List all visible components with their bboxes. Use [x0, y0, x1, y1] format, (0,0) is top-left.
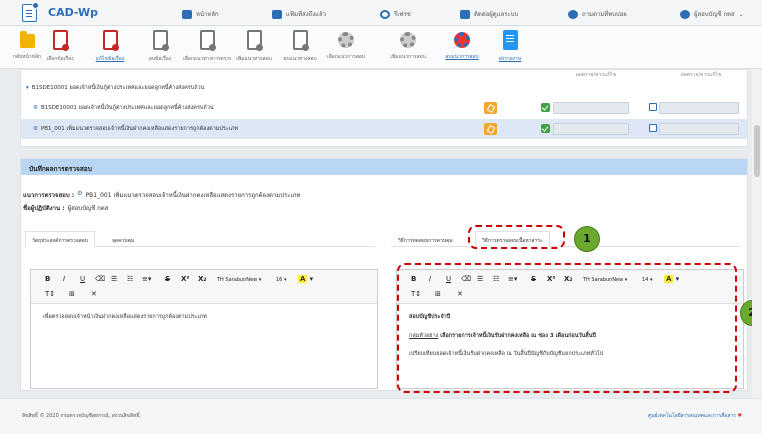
folder-icon [19, 31, 35, 48]
toolbar-delete-audit-line[interactable]: ลบแนวการสอบ [438, 30, 486, 61]
chevron-down-icon: ⌄ [738, 10, 744, 18]
document-red-icon [102, 30, 119, 51]
annotation-box-editor [397, 263, 737, 393]
help-icon [568, 9, 578, 19]
tab-control-test[interactable]: วิธีการทดสอบการควบคุม [391, 231, 460, 247]
gear-icon: ⚙ [33, 105, 38, 111]
toolbar-select-topic[interactable]: เลือกข้อเรื่อง [36, 30, 84, 63]
tab-objective[interactable]: วัตถุประสงค์การตรวจสอบ [25, 231, 95, 247]
fix-field[interactable] [659, 102, 739, 114]
audit-item-list-panel: ผลตรวจ/ควรแก้ไข ผลตรวจ/ควรแก้ไข ▾ B1SDE10… [20, 69, 748, 147]
fix-checkbox[interactable] [649, 124, 657, 132]
font-family-select[interactable]: TH SarabunNew ▾ [217, 277, 261, 283]
objective-text[interactable]: เพื่อตรวจสอบเจ้าหน้าเงินฝากคงเหลือแสดงรา… [43, 313, 207, 321]
bold-button[interactable]: B [45, 275, 50, 283]
highlight-color-button[interactable]: A ▾ [298, 275, 313, 283]
toolbar-delete-topic[interactable]: ลบข้อเรื่อง [136, 30, 184, 63]
document-gray-icon [292, 30, 309, 51]
annotation-box-tab [468, 225, 565, 249]
tab-control-point[interactable]: จุดควบคุม [105, 231, 141, 247]
table-button[interactable]: ⊞ [69, 290, 75, 298]
toolbar-edit-topic[interactable]: แก้ไขข้อเรื่อง [86, 30, 134, 63]
toolbar-delete-approach[interactable]: ลบแนวทางสอบ [276, 30, 324, 63]
nav-sent-files[interactable]: แฟ้มที่ส่งถึงแล้ว [272, 9, 326, 19]
objective-editor[interactable]: B I U ⌫ ☰ ☷ ≡▾ S X² X₂ TH SarabunNew ▾ 1… [30, 269, 378, 389]
folder-icon [272, 9, 282, 19]
left-tabbar: วัตถุประสงค์การตรวจสอบ จุดควบคุม [25, 231, 375, 247]
numbered-list-icon[interactable]: ☷ [127, 275, 133, 283]
line-height-button[interactable]: T↕ [45, 290, 55, 298]
nav-user-menu[interactable]: ผู้สอบบัญชี กตส ⌄ [680, 9, 744, 19]
contact-icon [460, 9, 470, 19]
logo-badge-icon [32, 2, 39, 9]
user-avatar-icon [680, 9, 690, 19]
toolbar-add-approach[interactable]: เพิ่มแนวทางสอบ [230, 30, 278, 63]
footer-credit: ศูนย์เทคโนโลยีสารสนเทศและการสื่อสาร ♥ [647, 413, 742, 419]
toolbar-add-audit-line[interactable]: เพิ่มแนวการสอบ [384, 30, 432, 61]
gear-icon [454, 32, 470, 48]
fix-field[interactable] [659, 123, 739, 135]
gear-icon [400, 32, 416, 48]
document-gray-icon [152, 30, 169, 51]
page-footer: ลิขสิทธิ์ © 2020 กรมตรวจบัญชีสหกรณ์, สงว… [0, 398, 762, 434]
editor-toolbar: B I U ⌫ ☰ ☷ ≡▾ S X² X₂ TH SarabunNew ▾ 1… [31, 270, 377, 304]
annotation-marker-1: 1 [574, 226, 600, 252]
result-field[interactable] [553, 102, 629, 114]
nav-contact-admin[interactable]: ติดต่อผู้ดูแลระบบ [460, 9, 518, 19]
copyright-text: ลิขสิทธิ์ © 2020 กรมตรวจบัญชีสหกรณ์, สงว… [22, 413, 141, 419]
clear-format-button[interactable]: ✕ [91, 290, 97, 298]
toolbar-select-audit-line[interactable]: เลือกแนวการสอบ [322, 30, 370, 61]
collapse-icon: ▾ [26, 85, 29, 91]
align-icon[interactable]: ≡▾ [142, 275, 151, 283]
gear-icon: ⚙ [33, 126, 38, 132]
page-scrollbar[interactable] [752, 69, 762, 398]
edit-button[interactable] [484, 102, 497, 114]
nav-refresh[interactable]: รีเฟรช [380, 9, 411, 19]
home-icon [182, 9, 192, 19]
toolbar-send-report[interactable]: ส่งรายงาน [486, 30, 534, 63]
top-navbar: CAD-Wp หน้าหลัก แฟ้มที่ส่งถึงแล้ว รีเฟรช… [0, 0, 762, 26]
toolbar-select-audit-approach[interactable]: เลือกแนวทางการตรวจสอบ [183, 30, 231, 63]
action-toolbar: กลับหน้าหลัก เลือกข้อเรื่อง แก้ไขข้อเรื่… [0, 26, 762, 69]
document-gray-icon [246, 30, 263, 51]
font-size-select[interactable]: 16 ▾ [276, 277, 286, 283]
bullet-list-icon[interactable]: ☰ [111, 275, 117, 283]
subscript-button[interactable]: X₂ [198, 275, 206, 283]
nav-faq[interactable]: ถามตามที่พบบ่อย [568, 9, 627, 19]
audit-item-row[interactable]: ⚙ B1SDE10001 ยอดเจ้าหนี้เงินกู้ต่างประเทศ… [21, 98, 747, 118]
document-red-icon [52, 30, 69, 51]
strike-button[interactable]: S [165, 275, 170, 283]
check-icon [541, 103, 550, 112]
gear-icon [338, 32, 354, 48]
underline-button[interactable]: U [80, 275, 85, 283]
group-row[interactable]: ▾ B1SDE10001 ยอดเจ้าหนี้เงินกู้ต่างประเทศ… [21, 78, 747, 98]
report-icon [502, 30, 518, 50]
right-tabbar: วิธีการทดสอบการควบคุม วิธีการตรวจสอบเนื้… [391, 231, 741, 247]
eraser-icon[interactable]: ⌫ [95, 275, 105, 283]
panel-header: บันทึกผลการตรวจสอบ [21, 159, 747, 175]
fix-checkbox[interactable] [649, 103, 657, 111]
document-gray-icon [199, 30, 216, 51]
audit-line-info: แนวการตรวจสอบ : ⚙ PB1_001 เพิ่มแนวตรวจสอ… [23, 190, 301, 199]
italic-button[interactable]: I [63, 275, 65, 283]
app-title[interactable]: CAD-Wp [48, 6, 98, 19]
auditor-info: ชื่อผู้ปฏิบัติงาน : ผู้สอบบัญชี กตส [23, 205, 109, 212]
gear-icon: ⚙ [77, 190, 83, 197]
edit-button[interactable] [484, 123, 497, 135]
superscript-button[interactable]: X² [181, 275, 189, 283]
check-icon [541, 124, 550, 133]
refresh-icon [380, 9, 390, 19]
heart-icon: ♥ [737, 413, 742, 419]
audit-item-row-selected[interactable]: ⚙ PB1_001 เพิ่มแนวตรวจสอบเจ้าหนี้เงินฝากค… [21, 119, 747, 139]
nav-home[interactable]: หน้าหลัก [182, 9, 219, 19]
result-field[interactable] [553, 123, 629, 135]
scrollbar-thumb[interactable] [754, 125, 760, 177]
